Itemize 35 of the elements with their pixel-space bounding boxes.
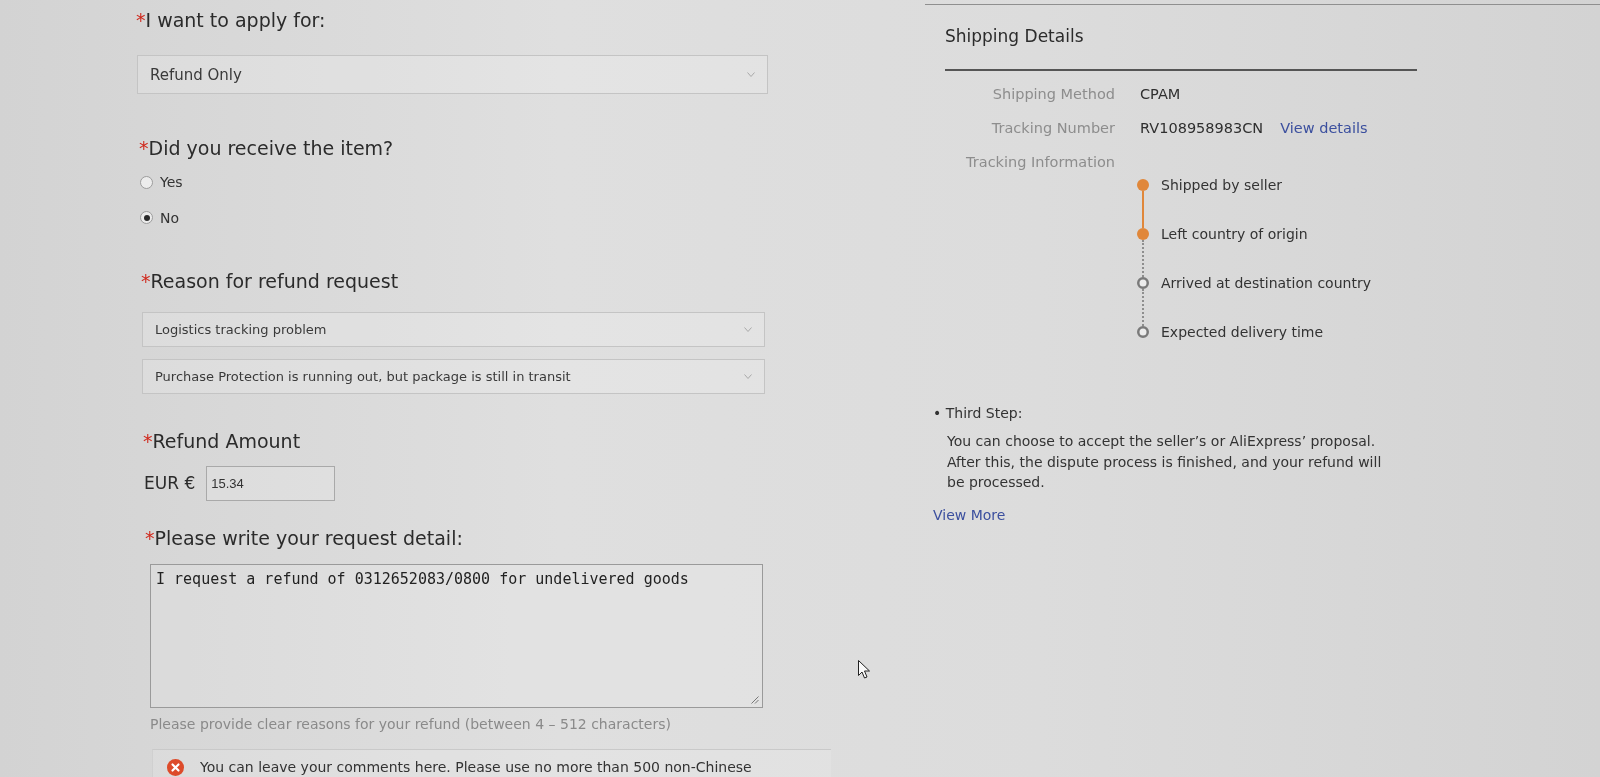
request-textarea[interactable]: I request a refund of 0312652083/0800 for undelivered goods	[150, 563, 763, 708]
field-label: *I want to apply for:	[136, 8, 326, 32]
step-label: Shipped by seller	[1161, 176, 1283, 195]
detail-label: Shipping Method	[992, 85, 1115, 104]
currency-label: EUR €	[144, 473, 196, 493]
step-description: You can choose to accept the seller’s or AliExpress’ proposal. After this, the dispute process is finished, and your refund will be processed.	[947, 432, 1383, 492]
detail-label: Tracking Number	[991, 119, 1115, 138]
step-label: Left country of origin	[1161, 225, 1308, 244]
error-icon	[167, 758, 184, 776]
mouse-pointer-icon	[858, 660, 870, 679]
hint-text: Please provide clear reasons for your refund (between 4 – 512 characters)	[150, 714, 671, 734]
dropdown[interactable]: Purchase Protection is running out, but package is still in transit	[142, 358, 765, 394]
error-text: You can leave your comments here. Please use no more than 500 non-Chinese	[200, 757, 752, 777]
amount-input[interactable]: 15.34	[206, 465, 336, 501]
chevron-down-icon	[747, 72, 755, 77]
step-label: Expected delivery time	[1161, 323, 1324, 342]
view-more-link[interactable]: View More	[933, 504, 1006, 525]
step-title: • Third Step:	[933, 404, 1023, 423]
resize-grip-icon[interactable]	[751, 695, 759, 704]
field-label: *Refund Amount	[143, 428, 301, 453]
dropdown[interactable]: Logistics tracking problem	[142, 311, 765, 347]
chevron-down-icon	[744, 373, 752, 379]
view-details-link[interactable]: View details	[1280, 118, 1368, 138]
detail-value: CPAM	[1140, 85, 1181, 104]
radio-option[interactable]: No	[140, 207, 180, 228]
chevron-down-icon	[744, 326, 752, 332]
dropdown[interactable]: Refund Only	[137, 55, 768, 94]
section-title: Shipping Details	[945, 25, 1084, 48]
detail-value: RV108958983CN	[1140, 119, 1264, 138]
field-label: *Did you receive the item?	[139, 136, 394, 160]
radio-option[interactable]: Yes	[140, 172, 183, 192]
detail-label: Tracking Information	[966, 153, 1115, 172]
field-label: *Reason for refund request	[141, 268, 399, 293]
field-label: *Please write your request detail:	[145, 525, 463, 550]
step-label: Arrived at destination country	[1161, 274, 1371, 293]
